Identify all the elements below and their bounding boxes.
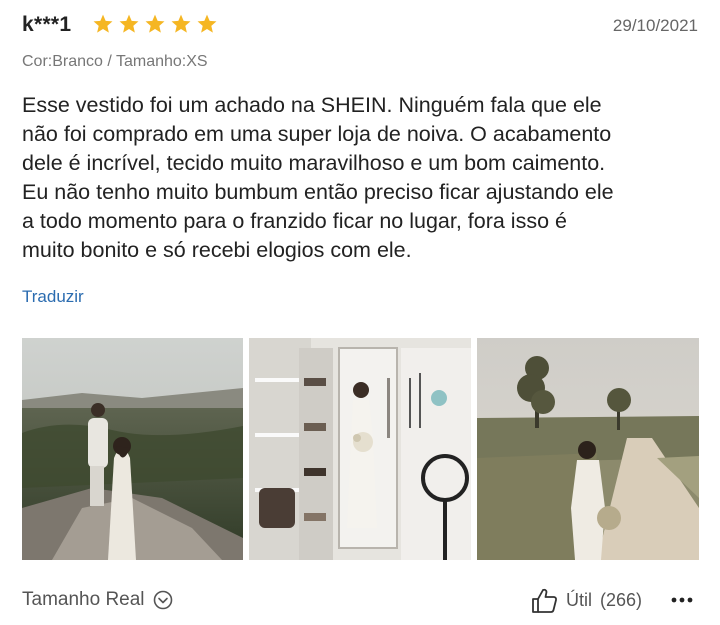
star-icon: [93, 14, 113, 33]
product-variant: Cor:Branco / Tamanho:XS: [22, 53, 208, 70]
translate-link[interactable]: Traduzir: [22, 287, 84, 307]
review-date: 29/10/2021: [612, 16, 698, 35]
review-photos: [22, 338, 699, 560]
size-fit-label: Tamanho Real: [22, 589, 145, 610]
helpful-count: (266): [599, 590, 642, 610]
review-photo-3[interactable]: [477, 338, 699, 560]
reviewer-name: k***1: [22, 13, 72, 36]
review-text-line: muito bonito e só recebi elogios com ele…: [22, 238, 412, 262]
star-icon: [145, 14, 165, 33]
review-text-line: Eu não tenho muito bumbum então preciso …: [22, 180, 614, 204]
review-footer: Tamanho Real Útil (266): [22, 586, 698, 616]
review-text: Esse vestido foi um achado na SHEIN. Nin…: [22, 91, 702, 265]
review-photo-2[interactable]: [249, 338, 471, 560]
helpful-button[interactable]: Útil (266): [531, 587, 642, 614]
photo-mirror-selfie: [249, 338, 471, 560]
review-text-line: não foi comprado em uma super loja de no…: [22, 122, 612, 146]
size-fit-button[interactable]: Tamanho Real: [22, 589, 173, 611]
review-photo-1[interactable]: [22, 338, 243, 560]
review-header: k***1 29/10/2021: [22, 12, 698, 40]
star-icon: [171, 14, 191, 33]
thumbs-up-icon: [532, 588, 557, 613]
star-icon: [197, 14, 217, 33]
photo-couple-cliff: [22, 338, 243, 560]
chevron-down-circle-icon: [153, 590, 172, 610]
helpful-label: Útil: [565, 590, 592, 610]
photo-dirt-road: [477, 338, 699, 560]
review-text-line: Esse vestido foi um achado na SHEIN. Nin…: [22, 93, 602, 117]
star-icon: [119, 14, 139, 33]
more-dots-icon[interactable]: [670, 590, 694, 610]
review-text-line: dele é incrível, tecido muito maravilhos…: [22, 151, 606, 175]
review-text-line: a todo momento para o franzido ficar no …: [22, 209, 567, 233]
star-rating: [92, 13, 218, 35]
